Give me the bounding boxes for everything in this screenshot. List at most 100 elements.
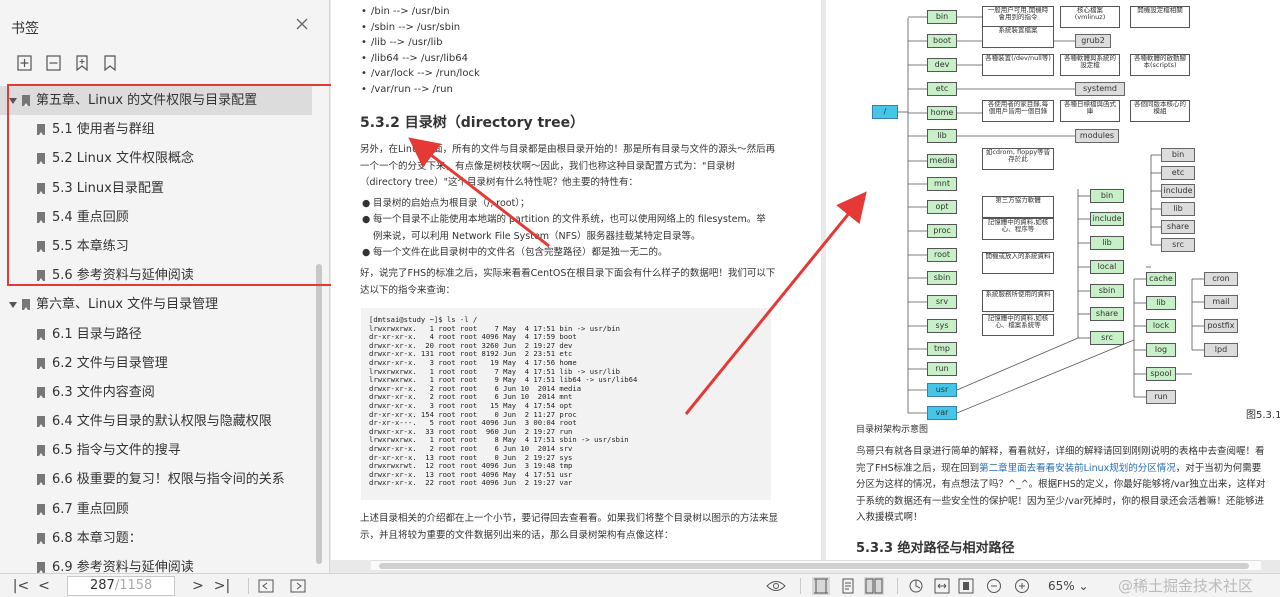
- bookmark-icon: [37, 124, 45, 136]
- scrollbar-thumb[interactable]: [379, 563, 1249, 569]
- paragraph: 鸟哥只有就各目录进行简单的解释，看看就好，详细的解释请回到刚刚说明的表格中去查阅…: [856, 444, 1268, 527]
- dir-node-run: run: [927, 362, 957, 376]
- paragraph: 上述目录相关的介绍都在上一个小节，要记得回去查看看。如果我们将整个目录树以图示的…: [360, 513, 779, 541]
- toc-section[interactable]: 6.1 目录与路径: [0, 320, 316, 349]
- caret-down-icon[interactable]: [9, 98, 17, 104]
- toc-label: 5.6 参考资料与延伸阅读: [52, 268, 194, 284]
- bookmark-icon: [37, 416, 45, 428]
- bookmark-icon: [37, 503, 45, 515]
- back-icon[interactable]: [258, 579, 274, 593]
- list-item: •/var/run --> /run: [361, 84, 453, 95]
- spool-child-postfix: postfix: [1204, 319, 1238, 333]
- description-note: 核心檔案(vmlinuz): [1060, 6, 1120, 28]
- toc-section[interactable]: 6.3 文件内容查阅: [0, 378, 316, 407]
- pdf-reader-app: { "sidebar": { "title": "书签", "tools": […: [0, 0, 1280, 597]
- dir-node-dev: dev: [927, 58, 957, 72]
- current-page: 287: [90, 578, 115, 593]
- toc-label: 5.3 Linux目录配置: [52, 180, 164, 196]
- dir-node-media: media: [927, 154, 957, 168]
- next-page-button[interactable]: >: [190, 577, 206, 595]
- list-item-text: /lib --> /usr/lib: [371, 37, 443, 49]
- usr-child-lib: lib: [1090, 236, 1124, 250]
- continuous-page-icon[interactable]: [839, 577, 857, 595]
- single-page-icon[interactable]: [812, 577, 830, 595]
- zoom-level[interactable]: 65% ⌄: [1048, 577, 1089, 595]
- divider: [897, 578, 898, 594]
- prev-page-button[interactable]: <: [36, 577, 52, 595]
- dir-node-bin: bin: [927, 10, 957, 24]
- rotate-icon[interactable]: [908, 578, 924, 594]
- description-note: 各個同版本核心的模組: [1130, 100, 1190, 122]
- dir-node-etc: etc: [927, 82, 957, 96]
- dir-node-mnt: mnt: [927, 177, 957, 191]
- toc-section[interactable]: 6.2 文件与目录管理: [0, 349, 316, 378]
- zoom-value: 65%: [1048, 579, 1075, 593]
- list-item: ● 每一个目录不止能使用本地端的 partition 的文件系统，也可以使用网络上…: [362, 214, 766, 242]
- forward-icon[interactable]: [290, 579, 306, 593]
- toc-section[interactable]: 5.3 Linux目录配置: [0, 174, 316, 203]
- toc-chapter[interactable]: 第六章、Linux 文件与目录管理: [0, 290, 316, 319]
- last-page-button[interactable]: >|: [212, 577, 232, 595]
- first-page-button[interactable]: |<: [12, 577, 30, 595]
- var-child-lib: lib: [1146, 296, 1176, 310]
- toc-section[interactable]: 6.5 指令与文件的搜寻: [0, 436, 316, 465]
- toc-label: 6.6 极重要的复习！权限与指令间的关系: [52, 472, 285, 488]
- bookmark-outline-icon[interactable]: [99, 52, 121, 74]
- chapter-link[interactable]: 第二章里面去看看安装前Linux规划的分区情况: [979, 463, 1176, 474]
- fit-width-icon[interactable]: [934, 578, 950, 594]
- section-number: 5.3.2: [360, 115, 400, 131]
- list-item: •/bin --> /usr/bin: [361, 6, 450, 17]
- usr-child-local: local: [1090, 260, 1124, 274]
- sidebar-scrollbar[interactable]: [316, 264, 322, 564]
- caret-down-icon[interactable]: [9, 302, 17, 309]
- toc-section[interactable]: 5.5 本章练习: [0, 232, 316, 261]
- dir-node-sys: sys: [927, 319, 957, 333]
- eye-icon[interactable]: [766, 579, 786, 593]
- zoom-out-icon[interactable]: [986, 578, 1002, 594]
- var-child-log: log: [1146, 343, 1176, 357]
- description-note: 各種軟體與系統的設定檔: [1060, 54, 1120, 76]
- toc-label: 6.2 文件与目录管理: [52, 355, 168, 371]
- toc-label: 6.4 文件与目录的默认权限与隐藏权限: [52, 414, 272, 430]
- toc-section[interactable]: 5.2 Linux 文件权限概念: [0, 144, 316, 173]
- usr-child-sbin: sbin: [1090, 284, 1124, 298]
- bookmark-icon: [37, 153, 45, 165]
- bookmark-icon: [37, 562, 45, 573]
- toc-section[interactable]: 5.6 参考资料与延伸阅读: [0, 261, 316, 290]
- fit-page-icon[interactable]: [958, 578, 974, 594]
- bookmark-icon: [37, 270, 45, 282]
- toc-section[interactable]: 6.8 本章习题：: [0, 524, 316, 553]
- toc-chapter[interactable]: 第五章、Linux 的文件权限与目录配置: [0, 86, 312, 116]
- toc-section[interactable]: 6.6 极重要的复习！权限与指令间的关系: [0, 465, 316, 494]
- zoom-in-icon[interactable]: [1014, 578, 1030, 594]
- toc-section[interactable]: 5.1 使用者与群组: [0, 115, 316, 144]
- toc-section[interactable]: 5.4 重点回顾: [0, 203, 316, 232]
- toc-label: 6.5 指令与文件的搜寻: [52, 443, 181, 459]
- toc-label: 6.7 重点回顾: [52, 501, 129, 517]
- description-note: 開機設定檔相關: [1130, 6, 1190, 28]
- page-number-input[interactable]: 287/1158: [67, 576, 175, 596]
- horizontal-scrollbar[interactable]: [371, 560, 1261, 570]
- bookmark-icon[interactable]: [71, 52, 93, 74]
- close-icon[interactable]: [295, 17, 309, 31]
- var-child-lock: lock: [1146, 319, 1176, 333]
- toc-label: 第六章、Linux 文件与目录管理: [36, 297, 219, 313]
- toc-label: 6.3 文件内容查阅: [52, 384, 155, 400]
- list-item: •/lib64 --> /usr/lib64: [361, 52, 468, 64]
- var-child-cache: cache: [1146, 272, 1176, 286]
- double-page-icon[interactable]: [864, 577, 884, 595]
- bookmark-icon: [22, 299, 30, 311]
- description-note: 系統服務所使用的資料: [982, 290, 1054, 312]
- description-note: 各種日標檔與函式庫: [1060, 100, 1120, 122]
- total-pages: /1158: [114, 578, 153, 593]
- list-item: •/sbin --> /usr/sbin: [361, 21, 461, 33]
- toc-label: 5.2 Linux 文件权限概念: [52, 151, 194, 167]
- document-view[interactable]: •/bin --> /usr/bin •/sbin --> /usr/sbin • /…: [331, 0, 1280, 573]
- bookmark-tree: 第五章、Linux 的文件权限与目录配置 5.1 使用者与群组 5.2 Linux …: [0, 86, 316, 582]
- toc-section[interactable]: 6.4 文件与目录的默认权限与隐藏权限: [0, 407, 316, 436]
- file-node-modules: modules: [1075, 129, 1119, 143]
- remove-bookmark-icon[interactable]: [43, 52, 65, 74]
- add-bookmark-icon[interactable]: [14, 52, 36, 74]
- bookmark-icon: [37, 386, 45, 398]
- toc-section[interactable]: 6.7 重点回顾: [0, 495, 316, 524]
